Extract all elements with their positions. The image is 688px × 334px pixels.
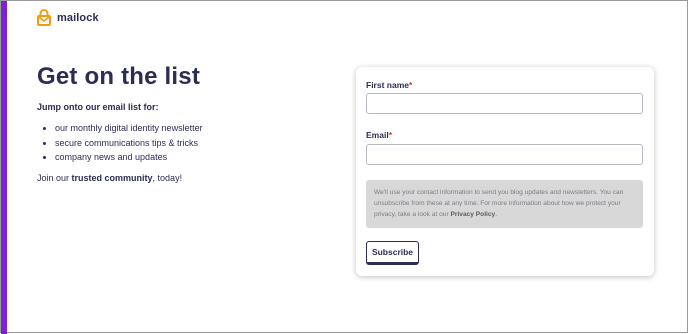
benefits-list: our monthly digital identity newsletter … (37, 121, 337, 165)
first-name-label: First name* (366, 80, 412, 90)
required-marker: * (388, 130, 392, 140)
signup-intro: Get on the list Jump onto our email list… (37, 63, 337, 183)
site-header: mailock (37, 9, 99, 26)
required-marker: * (409, 80, 413, 90)
page-title: Get on the list (37, 63, 201, 90)
list-item: our monthly digital identity newsletter (55, 121, 337, 136)
left-accent-bar (1, 1, 7, 334)
privacy-notice-end: . (495, 211, 498, 218)
outro-suffix: , today! (152, 172, 183, 183)
privacy-policy-link[interactable]: Privacy Policy (450, 211, 495, 218)
mailock-logo-icon[interactable] (37, 9, 51, 26)
list-item: company news and updates (55, 150, 337, 165)
email-input[interactable] (366, 144, 643, 165)
first-name-label-text: First name (366, 80, 409, 90)
first-name-input[interactable] (366, 93, 643, 114)
privacy-notice: We'll use your contact information to se… (366, 180, 643, 228)
email-label: Email* (366, 130, 392, 140)
signup-form-card: First name* Email* We'll use your contac… (356, 67, 654, 276)
outro-prefix: Join our (37, 172, 72, 183)
list-item: secure communications tips & tricks (55, 136, 337, 151)
brand-name[interactable]: mailock (57, 12, 99, 24)
intro-text: Jump onto our email list for: (37, 102, 159, 112)
subscribe-button[interactable]: Subscribe (366, 241, 419, 265)
community-text: Join our trusted community, today! (37, 173, 337, 183)
outro-highlight: trusted community (71, 172, 153, 183)
email-label-text: Email (366, 130, 389, 140)
privacy-notice-text: We'll use your contact information to se… (374, 189, 624, 218)
